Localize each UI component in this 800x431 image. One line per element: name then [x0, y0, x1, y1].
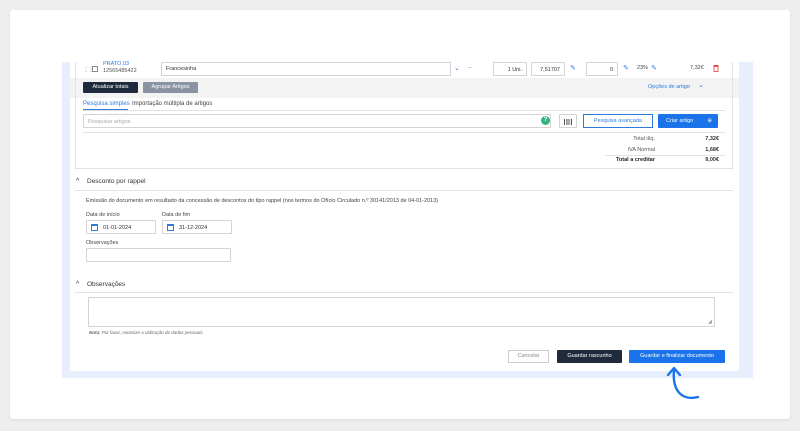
update-totals-button[interactable]: Atualizar totais — [83, 82, 138, 93]
tax-rate: 23% — [637, 65, 649, 71]
barcode-scan-button[interactable] — [559, 114, 577, 128]
subtotal-value: 7,32€ — [705, 136, 719, 142]
app-window: ⋮⋮ PRATO.03 12565485422 Francesinha ⌄ --… — [62, 61, 753, 378]
end-date-input[interactable]: 31-12-2024 — [162, 220, 232, 234]
resize-handle-icon[interactable]: ◢ — [708, 320, 712, 325]
create-item-label: Criar artigo — [666, 118, 694, 124]
observations-textarea[interactable] — [88, 297, 715, 327]
line-checkbox[interactable] — [92, 66, 98, 72]
panel-left-border — [75, 62, 76, 168]
save-draft-button[interactable]: Guardar rascunho — [557, 350, 622, 363]
item-search-placeholder: Pesquisar artigos — [88, 119, 131, 125]
calendar-icon — [167, 224, 174, 231]
collapse-observations-icon[interactable]: ^ — [76, 281, 79, 288]
subtotal-label: Total ilíq. — [633, 136, 655, 142]
collapse-rappel-icon[interactable]: ^ — [76, 178, 79, 185]
chevron-down-icon[interactable]: ⌄ — [454, 65, 460, 72]
edit-tax-pencil-icon[interactable]: ✎ — [651, 65, 657, 72]
search-divider — [83, 132, 725, 133]
group-items-button[interactable]: Agrupar Artigos — [143, 82, 198, 93]
tab-multiple-import[interactable]: Importação múltipla de artigos — [132, 101, 212, 107]
total-credit-label: Total a creditar — [615, 157, 655, 163]
rappel-obs-input[interactable] — [86, 248, 231, 262]
tabs-divider — [83, 110, 725, 111]
note-prefix: Nota: — [89, 330, 101, 335]
plus-circle-icon: ⊕ — [707, 118, 712, 124]
items-bottom-border — [75, 168, 733, 169]
line-total: 7,32€ — [690, 65, 704, 71]
create-item-button[interactable]: Criar artigo ⊕ — [658, 114, 718, 128]
curved-arrow-icon — [666, 366, 700, 400]
start-date-input[interactable]: 01-01-2024 — [86, 220, 156, 234]
edit-price-pencil-icon[interactable]: ✎ — [570, 65, 576, 72]
price-value: 7,51707 — [540, 67, 560, 73]
advanced-search-button[interactable]: Pesquisa avançada — [583, 114, 653, 128]
observations-section-title: Observações — [87, 281, 126, 288]
personal-data-note: Nota: Por favor, minimize a utilização d… — [89, 330, 204, 336]
observations-divider — [75, 292, 733, 293]
cancel-button[interactable]: Cancelar — [508, 350, 549, 363]
item-description-field[interactable]: Francesinha — [161, 62, 451, 76]
end-date-value: 31-12-2024 — [179, 225, 208, 231]
document-panel: ⋮⋮ PRATO.03 12565485422 Francesinha ⌄ --… — [70, 61, 739, 371]
item-code-link[interactable]: PRATO.03 — [103, 61, 129, 68]
screenshot-card: ⋮⋮ PRATO.03 12565485422 Francesinha ⌄ --… — [10, 10, 790, 419]
item-description-value: Francesinha — [166, 66, 197, 72]
rappel-description: Emissão do documento em resultado da con… — [86, 198, 439, 204]
discount-field[interactable]: 0 — [586, 62, 618, 76]
rappel-divider — [75, 190, 733, 191]
price-field[interactable]: 7,51707 — [531, 62, 565, 76]
discount-value: 0 — [609, 67, 613, 73]
quantity-field[interactable]: 1 Uni. — [493, 62, 527, 76]
tab-simple-search[interactable]: Pesquisa simples — [83, 101, 130, 107]
note-text: Por favor, minimize a utilização de dado… — [100, 330, 204, 335]
unit-separator: -- — [468, 65, 472, 71]
vat-label: IVA Normal — [627, 147, 655, 153]
start-date-label: Data de início — [86, 212, 120, 218]
end-date-label: Data de fim — [162, 212, 191, 218]
vat-value: 1,68€ — [705, 147, 719, 153]
quantity-value: 1 Uni. — [507, 67, 522, 73]
item-options-chevron-icon[interactable]: ⌄ — [698, 82, 704, 89]
help-icon[interactable]: ? — [541, 116, 550, 125]
start-date-value: 01-01-2024 — [103, 225, 132, 231]
item-barcode: 12565485422 — [103, 68, 137, 74]
totals-divider — [605, 155, 725, 156]
rappel-obs-label: Observações — [86, 240, 119, 246]
edit-discount-pencil-icon[interactable]: ✎ — [623, 65, 629, 72]
item-options-link[interactable]: Opções de artigo — [648, 84, 690, 91]
rappel-section-title: Desconto por rappel — [87, 178, 146, 185]
calendar-icon — [91, 224, 98, 231]
panel-right-border — [732, 62, 733, 168]
total-credit-value: 9,00€ — [705, 157, 719, 163]
barcode-icon — [564, 119, 572, 125]
trash-icon[interactable] — [713, 64, 719, 72]
item-search-input[interactable]: Pesquisar artigos — [83, 114, 551, 128]
